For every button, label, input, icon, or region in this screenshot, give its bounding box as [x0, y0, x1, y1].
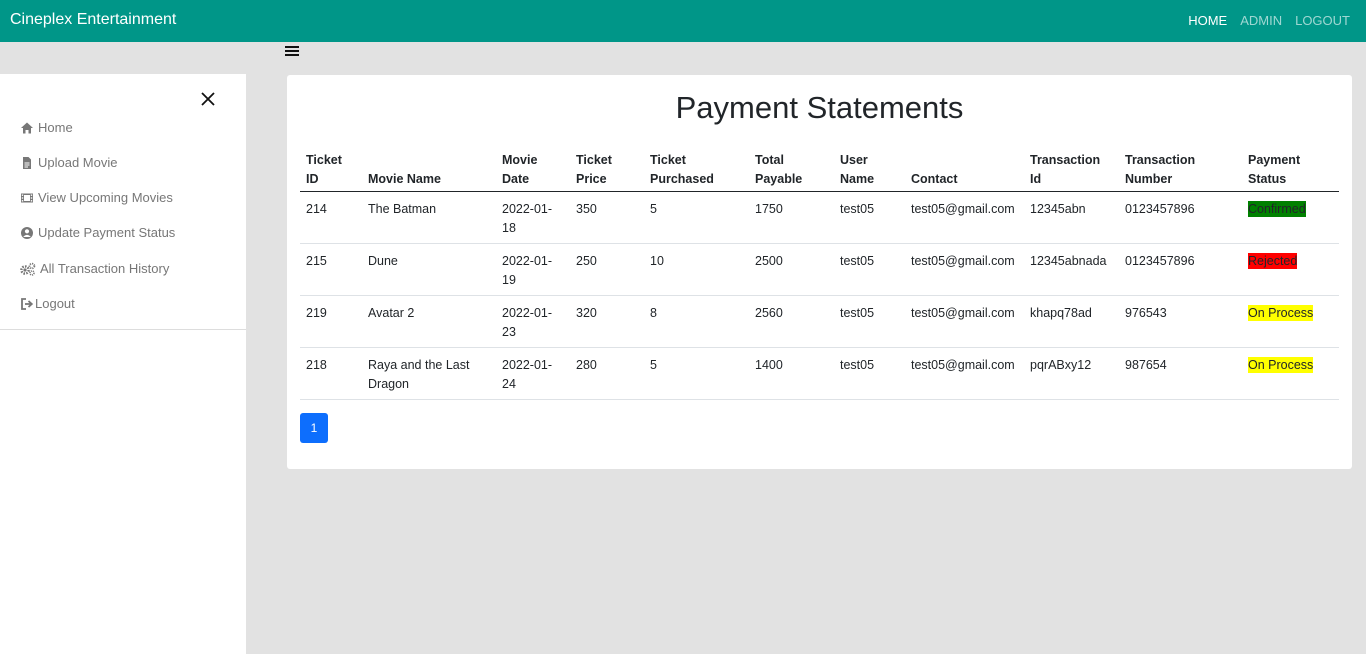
movie-name-cell: Dune: [362, 243, 496, 296]
transaction-id-cell: 12345abn: [1024, 191, 1119, 244]
close-icon[interactable]: [200, 91, 216, 107]
sidebar-divider: [0, 329, 246, 330]
sidebar-item-transaction-history[interactable]: All Transaction History: [20, 261, 169, 276]
tickets-purchased-cell: 8: [644, 295, 749, 348]
ticket-id-cell: 215: [300, 243, 362, 296]
total-payable-cell: 2500: [749, 243, 834, 296]
movie-name-cell: The Batman: [362, 191, 496, 244]
payment-table: Ticket ID Movie Name Movie Date Ticket P…: [300, 146, 1339, 400]
ticket-price-cell: 280: [570, 347, 644, 400]
table-row: 218 Raya and the Last Dragon 2022-01-24 …: [300, 347, 1339, 400]
table-row: 219 Avatar 2 2022-01-23 320 8 2560 test0…: [300, 295, 1339, 348]
user-circle-icon: [20, 226, 34, 240]
total-payable-cell: 2560: [749, 295, 834, 348]
status-badge: Rejected: [1248, 252, 1298, 269]
column-header: Ticket Purchased: [644, 146, 749, 192]
ticket-id-cell: 214: [300, 191, 362, 244]
user-name-cell: test05: [834, 243, 905, 296]
nav-home-link[interactable]: HOME: [1188, 13, 1227, 28]
ticket-id-cell: 219: [300, 295, 362, 348]
column-header: User Name: [834, 146, 905, 192]
sidebar-item-update-payment[interactable]: Update Payment Status: [20, 225, 175, 240]
transaction-number-cell: 976543: [1119, 295, 1242, 348]
ticket-id-cell: 218: [300, 347, 362, 400]
column-header: Transaction Number: [1119, 146, 1242, 192]
payment-status-cell: On Process: [1242, 295, 1339, 348]
user-name-cell: test05: [834, 347, 905, 400]
sidebar-item-home[interactable]: Home: [20, 120, 73, 135]
transaction-number-cell: 0123457896: [1119, 243, 1242, 296]
status-badge: On Process: [1248, 356, 1314, 373]
column-header: Ticket ID: [300, 146, 362, 192]
user-name-cell: test05: [834, 295, 905, 348]
ticket-price-cell: 350: [570, 191, 644, 244]
file-icon: [20, 156, 34, 170]
tickets-purchased-cell: 10: [644, 243, 749, 296]
table-row: 215 Dune 2022-01-19 250 10 2500 test05 t…: [300, 243, 1339, 296]
nav-links: HOME ADMIN LOGOUT: [1188, 13, 1350, 28]
column-header: Movie Name: [362, 146, 496, 192]
sidebar-item-logout[interactable]: Logout: [20, 296, 75, 311]
table-header-row: Ticket ID Movie Name Movie Date Ticket P…: [300, 146, 1339, 192]
total-payable-cell: 1400: [749, 347, 834, 400]
column-header: Total Payable: [749, 146, 834, 192]
movie-name-cell: Avatar 2: [362, 295, 496, 348]
ticket-price-cell: 250: [570, 243, 644, 296]
sidebar-item-label: Upload Movie: [38, 155, 118, 170]
ticket-price-cell: 320: [570, 295, 644, 348]
status-badge: Confirmed: [1248, 200, 1306, 217]
menu-toggle-icon[interactable]: [285, 46, 299, 58]
table-row: 214 The Batman 2022-01-18 350 5 1750 tes…: [300, 191, 1339, 244]
contact-cell: test05@gmail.com: [905, 347, 1024, 400]
sidebar-item-label: Update Payment Status: [38, 225, 176, 240]
sign-out-icon: [20, 297, 34, 311]
home-icon: [20, 121, 34, 135]
user-name-cell: test05: [834, 191, 905, 244]
sidebar-item-label: All Transaction History: [40, 261, 170, 276]
column-header: Contact: [905, 146, 1024, 192]
tickets-purchased-cell: 5: [644, 347, 749, 400]
movie-date-cell: 2022-01-18: [496, 191, 570, 244]
column-header: Payment Status: [1242, 146, 1339, 192]
nav-admin-link[interactable]: ADMIN: [1240, 13, 1282, 28]
sidebar-item-label: Home: [38, 120, 73, 135]
tickets-purchased-cell: 5: [644, 191, 749, 244]
column-header: Transaction Id: [1024, 146, 1119, 192]
payment-status-cell: On Process: [1242, 347, 1339, 400]
payment-status-cell: Confirmed: [1242, 191, 1339, 244]
gears-icon: [20, 262, 36, 276]
transaction-id-cell: khapq78ad: [1024, 295, 1119, 348]
movie-date-cell: 2022-01-24: [496, 347, 570, 400]
contact-cell: test05@gmail.com: [905, 295, 1024, 348]
page-title: Payment Statements: [675, 90, 964, 125]
transaction-id-cell: 12345abnada: [1024, 243, 1119, 296]
payment-status-cell: Rejected: [1242, 243, 1339, 296]
column-header: Ticket Price: [570, 146, 644, 192]
movie-name-cell: Raya and the Last Dragon: [362, 347, 496, 400]
contact-cell: test05@gmail.com: [905, 243, 1024, 296]
transaction-number-cell: 987654: [1119, 347, 1242, 400]
nav-logout-link[interactable]: LOGOUT: [1295, 13, 1350, 28]
sidebar-item-label: Logout: [35, 296, 75, 311]
movie-date-cell: 2022-01-23: [496, 295, 570, 348]
column-header: Movie Date: [496, 146, 570, 192]
transaction-id-cell: pqrABxy12: [1024, 347, 1119, 400]
status-badge: On Process: [1248, 304, 1314, 321]
top-navbar: Cineplex Entertainment HOME ADMIN LOGOUT: [0, 0, 1366, 42]
brand-title[interactable]: Cineplex Entertainment: [10, 11, 176, 29]
sidebar: Home Upload Movie View Upcoming Movies U…: [0, 74, 246, 654]
pagination-page-button[interactable]: 1: [300, 413, 328, 443]
payment-statements-card: Payment Statements Ticket ID Movie Name …: [287, 75, 1352, 469]
film-icon: [20, 191, 34, 205]
sidebar-item-label: View Upcoming Movies: [38, 190, 173, 205]
sidebar-item-upload-movie[interactable]: Upload Movie: [20, 155, 118, 170]
movie-date-cell: 2022-01-19: [496, 243, 570, 296]
transaction-number-cell: 0123457896: [1119, 191, 1242, 244]
total-payable-cell: 1750: [749, 191, 834, 244]
sidebar-item-upcoming-movies[interactable]: View Upcoming Movies: [20, 190, 173, 205]
contact-cell: test05@gmail.com: [905, 191, 1024, 244]
